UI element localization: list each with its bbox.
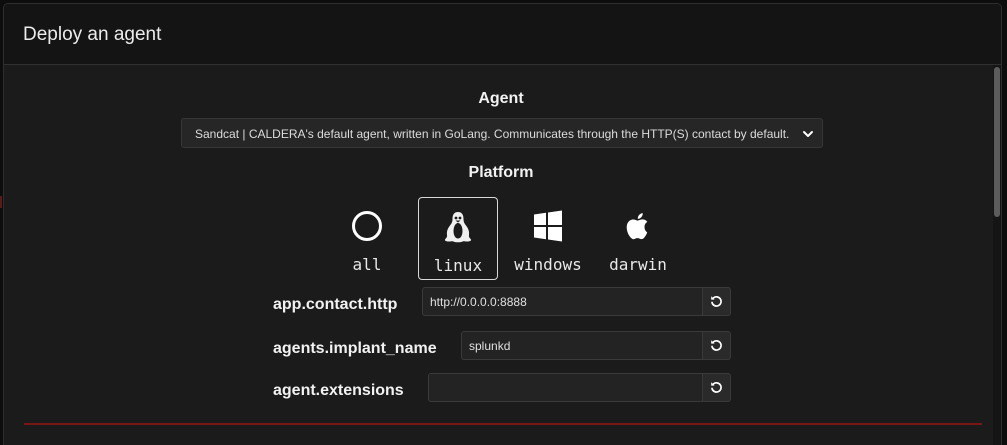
modal-title: Deploy an agent bbox=[23, 24, 162, 45]
agent-extensions-reset-button[interactable] bbox=[702, 373, 731, 402]
app-contact-http-input[interactable] bbox=[422, 287, 703, 316]
reset-icon bbox=[711, 339, 722, 351]
platform-option-windows[interactable]: windows bbox=[510, 197, 586, 280]
agent-select-value: Sandcat | CALDERA's default agent, writt… bbox=[195, 127, 790, 141]
apple-icon bbox=[626, 213, 648, 240]
modal-header: Deploy an agent bbox=[4, 4, 1001, 65]
linux-tux-icon bbox=[444, 212, 472, 243]
platform-section-label: Platform bbox=[468, 164, 534, 181]
platform-option-linux[interactable]: linux bbox=[418, 197, 498, 280]
field-label-app-contact-http: app.contact.http bbox=[273, 296, 398, 313]
agent-section-label: Agent bbox=[478, 90, 524, 107]
platform-label-linux: linux bbox=[433, 256, 483, 275]
agent-select[interactable]: Sandcat | CALDERA's default agent, writt… bbox=[181, 118, 823, 148]
agents-implant-name-reset-button[interactable] bbox=[702, 331, 731, 360]
field-label-agents-implant-name: agents.implant_name bbox=[273, 340, 437, 357]
app-contact-http-reset-button[interactable] bbox=[702, 287, 731, 316]
section-divider bbox=[24, 423, 982, 425]
reset-icon bbox=[711, 295, 722, 307]
platform-label-all: all bbox=[352, 255, 382, 274]
backdrop-accent bbox=[0, 196, 2, 208]
reset-icon bbox=[711, 381, 722, 393]
platform-label-darwin: darwin bbox=[609, 255, 667, 274]
platform-option-darwin[interactable]: darwin bbox=[604, 197, 672, 280]
scrollbar-thumb[interactable] bbox=[994, 67, 1000, 217]
agent-extensions-input[interactable] bbox=[428, 373, 703, 402]
modal-body: Agent Sandcat | CALDERA's default agent,… bbox=[4, 65, 1001, 445]
modal-scrollbar[interactable] bbox=[993, 65, 1001, 445]
agents-implant-name-input[interactable] bbox=[461, 331, 703, 360]
platform-label-windows: windows bbox=[514, 255, 582, 274]
windows-icon bbox=[534, 210, 562, 242]
chevron-down-icon bbox=[803, 131, 813, 137]
platform-option-all[interactable]: all bbox=[336, 197, 398, 280]
circle-icon bbox=[352, 211, 382, 241]
deploy-agent-modal: Deploy an agent Agent Sandcat | CALDERA'… bbox=[3, 3, 1002, 445]
field-label-agent-extensions: agent.extensions bbox=[273, 382, 404, 399]
